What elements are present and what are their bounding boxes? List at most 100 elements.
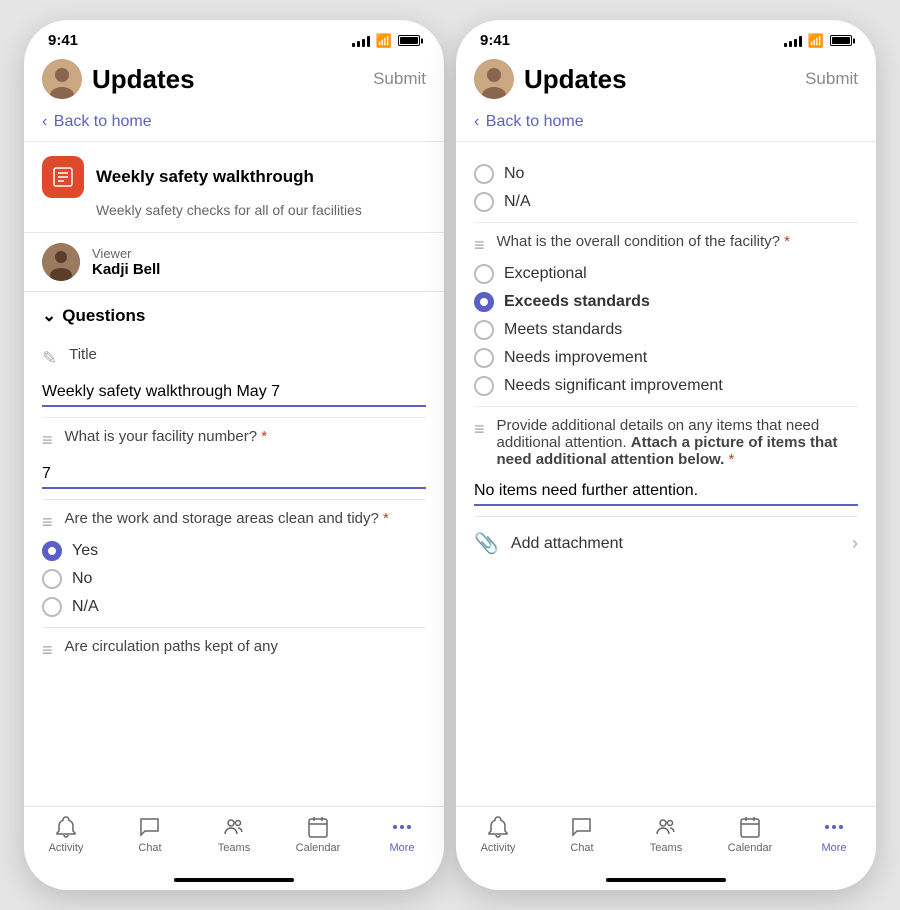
question-title-answer[interactable]: Weekly safety walkthrough May 7: [42, 375, 426, 407]
question-facility-label: What is your facility number? *: [65, 428, 426, 445]
page-title-2: Updates: [524, 64, 805, 95]
radio-no[interactable]: No: [42, 569, 426, 589]
radio-cont-no-label: No: [504, 165, 524, 183]
nav-calendar-1[interactable]: Calendar: [276, 815, 360, 854]
back-text-2: Back to home: [486, 113, 584, 130]
wifi-icon-2: 📶: [808, 33, 824, 49]
question-facility-answer[interactable]: 7: [42, 457, 426, 489]
nav-chat-label-2: Chat: [570, 842, 593, 854]
bell-icon-1: [54, 815, 78, 839]
question-clean-row: ≡ Are the work and storage areas clean a…: [42, 510, 426, 533]
radio-needs-significant-circle: [474, 376, 494, 396]
status-bar-1: 9:41 📶: [24, 20, 444, 53]
home-indicator-1: [24, 870, 444, 890]
avatar-1: [42, 59, 82, 99]
home-bar-1: [174, 878, 294, 882]
question-condition-label: What is the overall condition of the fac…: [497, 233, 858, 250]
radio-cont-no[interactable]: No: [474, 164, 858, 184]
nav-activity-2[interactable]: Activity: [456, 815, 540, 854]
questions-title: Questions: [62, 306, 145, 326]
pencil-icon: ✎: [42, 348, 57, 369]
lines-icon-2: ≡: [42, 512, 53, 533]
lines-icon-3: ≡: [42, 640, 53, 661]
calendar-icon-1: [306, 815, 330, 839]
teams-icon-1: [222, 815, 246, 839]
attachment-chevron: ›: [852, 533, 858, 554]
wifi-icon: 📶: [376, 33, 392, 49]
radio-needs-improvement[interactable]: Needs improvement: [474, 348, 858, 368]
viewer-row: Viewer Kadji Bell: [24, 233, 444, 292]
phone-1: 9:41 📶: [24, 20, 444, 890]
nav-chat-label-1: Chat: [138, 842, 161, 854]
nav-chat-1[interactable]: Chat: [108, 815, 192, 854]
status-icons-2: 📶: [784, 33, 852, 49]
nav-calendar-2[interactable]: Calendar: [708, 815, 792, 854]
chat-icon-1: [138, 815, 162, 839]
nav-teams-2[interactable]: Teams: [624, 815, 708, 854]
nav-more-2[interactable]: More: [792, 815, 876, 854]
radio-exceeds[interactable]: Exceeds standards: [474, 292, 858, 312]
phone-2: 9:41 📶: [456, 20, 876, 890]
radio-yes-label: Yes: [72, 542, 98, 560]
radio-needs-significant[interactable]: Needs significant improvement: [474, 376, 858, 396]
radio-group-cont: No N/A: [474, 164, 858, 212]
question-condition-row: ≡ What is the overall condition of the f…: [474, 233, 858, 256]
radio-exceeds-circle: [474, 292, 494, 312]
nav-activity-1[interactable]: Activity: [24, 815, 108, 854]
question-facility-row: ≡ What is your facility number? *: [42, 428, 426, 451]
nav-more-label-1: More: [389, 842, 414, 854]
radio-group-clean: Yes No N/A: [42, 541, 426, 617]
battery-icon: [398, 35, 420, 46]
bottom-nav-1: Activity Chat Teams: [24, 806, 444, 870]
radio-na[interactable]: N/A: [42, 597, 426, 617]
question-partial-label: Are circulation paths kept of any: [65, 638, 426, 655]
submit-button-1[interactable]: Submit: [373, 69, 426, 89]
questions-chevron: ⌄: [42, 306, 56, 326]
nav-teams-label-2: Teams: [650, 842, 682, 854]
add-attachment-row[interactable]: 📎 Add attachment ›: [474, 517, 858, 570]
nav-teams-1[interactable]: Teams: [192, 815, 276, 854]
back-link-1[interactable]: ‹ Back to home: [24, 109, 444, 142]
radio-cont-na-label: N/A: [504, 193, 531, 211]
bell-icon-2: [486, 815, 510, 839]
nav-activity-label-2: Activity: [481, 842, 516, 854]
radio-exceeds-label: Exceeds standards: [504, 293, 650, 311]
question-details-label: Provide additional details on any items …: [497, 417, 858, 468]
nav-calendar-label-2: Calendar: [728, 842, 773, 854]
nav-more-label-2: More: [821, 842, 846, 854]
radio-needs-significant-label: Needs significant improvement: [504, 377, 723, 395]
radio-cont-na[interactable]: N/A: [474, 192, 858, 212]
question-details: ≡ Provide additional details on any item…: [474, 407, 858, 517]
radio-na-circle: [42, 597, 62, 617]
radio-needs-improvement-label: Needs improvement: [504, 349, 647, 367]
submit-button-2[interactable]: Submit: [805, 69, 858, 89]
question-title: ✎ Title Weekly safety walkthrough May 7: [42, 336, 426, 418]
radio-needs-improvement-circle: [474, 348, 494, 368]
viewer-avatar: [42, 243, 80, 281]
lines-icon-cond: ≡: [474, 235, 485, 256]
form-info-section: Weekly safety walkthrough Weekly safety …: [24, 142, 444, 233]
question-facility: ≡ What is your facility number? * 7: [42, 418, 426, 500]
chat-icon-2: [570, 815, 594, 839]
phones-container: 9:41 📶: [4, 0, 896, 910]
radio-yes[interactable]: Yes: [42, 541, 426, 561]
radio-exceptional[interactable]: Exceptional: [474, 264, 858, 284]
nav-activity-label-1: Activity: [49, 842, 84, 854]
viewer-name: Kadji Bell: [92, 261, 160, 278]
question-details-answer[interactable]: No items need further attention.: [474, 474, 858, 506]
nav-chat-2[interactable]: Chat: [540, 815, 624, 854]
question-details-row: ≡ Provide additional details on any item…: [474, 417, 858, 468]
status-bar-2: 9:41 📶: [456, 20, 876, 53]
questions-header-1: ⌄ Questions: [42, 292, 426, 336]
form-icon: [42, 156, 84, 198]
battery-icon-2: [830, 35, 852, 46]
radio-cont-no-circle: [474, 164, 494, 184]
radio-group-condition: Exceptional Exceeds standards Meets stan…: [474, 264, 858, 396]
radio-exceptional-label: Exceptional: [504, 265, 587, 283]
question-title-row: ✎ Title: [42, 346, 426, 369]
radio-na-label: N/A: [72, 598, 99, 616]
nav-more-1[interactable]: More: [360, 815, 444, 854]
radio-meets[interactable]: Meets standards: [474, 320, 858, 340]
back-link-2[interactable]: ‹ Back to home: [456, 109, 876, 142]
more-icon-1: [390, 815, 414, 839]
